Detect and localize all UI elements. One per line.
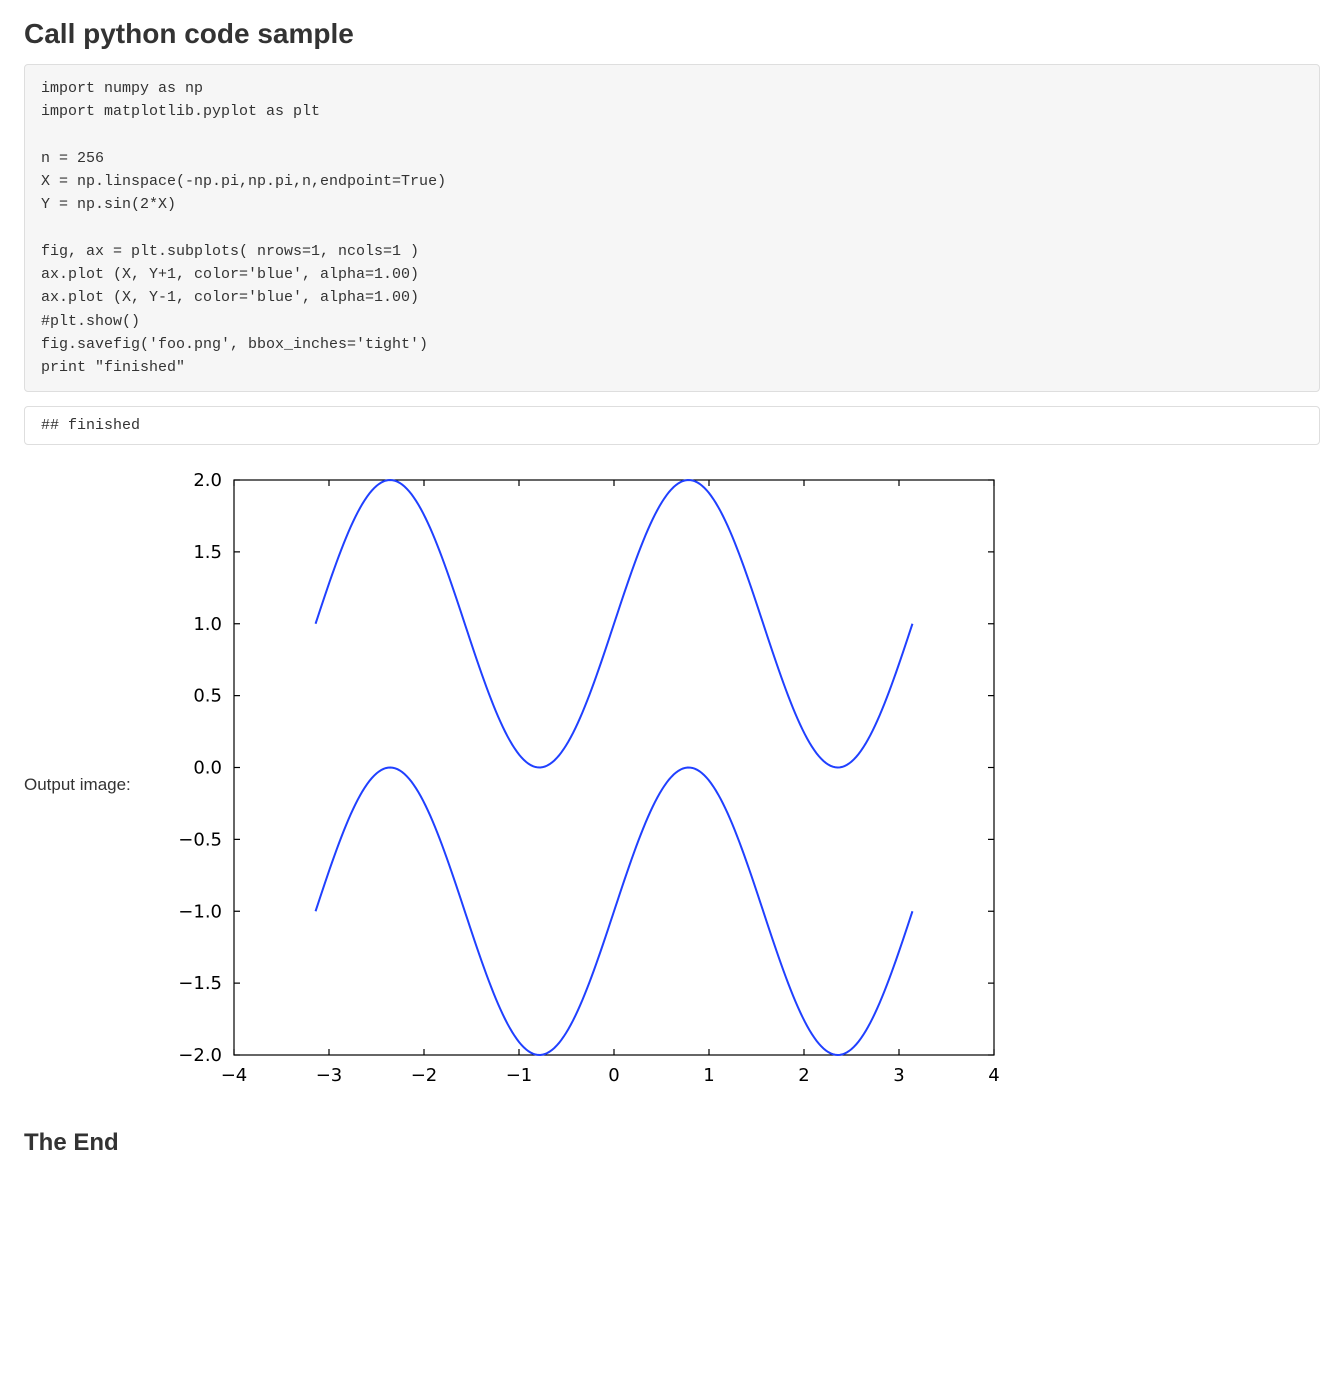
figure-row: Output image: −4−3−2−101234−2.0−1.5−1.0−…: [24, 465, 1320, 1105]
output-text-block: ## finished: [24, 406, 1320, 445]
svg-text:0: 0: [608, 1065, 619, 1086]
svg-text:2.0: 2.0: [193, 470, 222, 491]
svg-text:−1.0: −1.0: [178, 902, 222, 923]
code-block: import numpy as np import matplotlib.pyp…: [24, 64, 1320, 392]
footer-heading: The End: [24, 1129, 1320, 1157]
svg-text:−3: −3: [316, 1065, 343, 1086]
svg-text:0.5: 0.5: [193, 686, 222, 707]
svg-text:−2: −2: [411, 1065, 438, 1086]
svg-text:2: 2: [798, 1065, 809, 1086]
page-title: Call python code sample: [24, 18, 1320, 50]
svg-text:−1.5: −1.5: [178, 973, 222, 994]
svg-text:4: 4: [988, 1065, 999, 1086]
svg-text:−1: −1: [506, 1065, 533, 1086]
svg-text:1: 1: [703, 1065, 714, 1086]
svg-text:0.0: 0.0: [193, 758, 222, 779]
chart-container: −4 −3 −2 −1 0 1 2 3 4 −2.0 −1.5 −1.0 −0.5 0.0 0.5 1.0 1.…: [139, 465, 1039, 1105]
svg-text:1.0: 1.0: [193, 614, 222, 635]
svg-text:−4: −4: [221, 1065, 248, 1086]
svg-text:3: 3: [893, 1065, 904, 1086]
svg-text:1.5: 1.5: [193, 542, 222, 563]
svg-text:−0.5: −0.5: [178, 830, 222, 851]
svg-text:−2.0: −2.0: [178, 1045, 222, 1066]
line-chart: −4 −3 −2 −1 0 1 2 3 4 −2.0 −1.5 −1.0 −0.5 0.0 0.5 1.0 1.…: [139, 465, 1039, 1105]
output-image-label: Output image:: [24, 775, 131, 795]
